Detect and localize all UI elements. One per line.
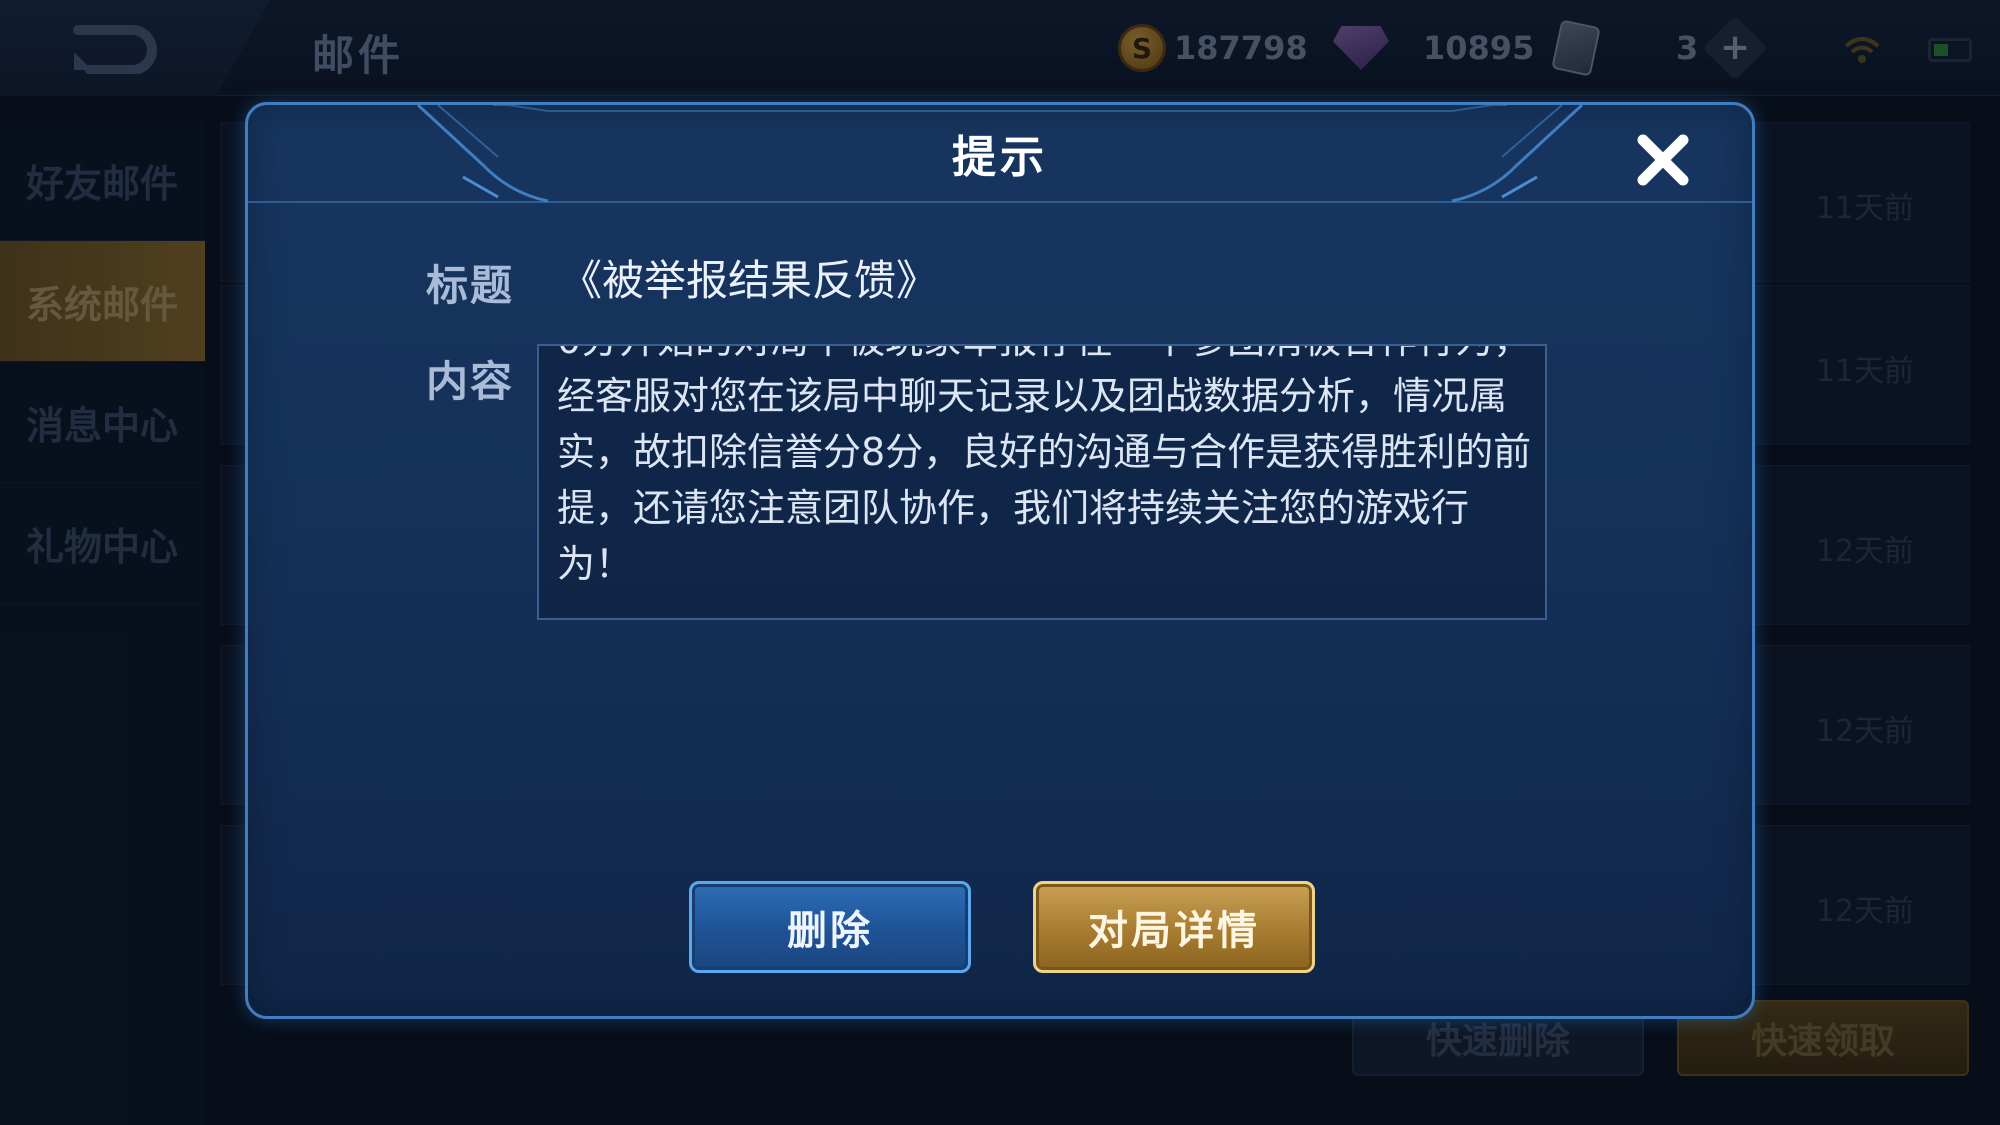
- content-label: 内容: [426, 357, 515, 406]
- delete-button[interactable]: 删除: [689, 881, 971, 973]
- match-details-button[interactable]: 对局详情: [1033, 881, 1315, 973]
- dialog-header: 提示: [248, 105, 1752, 203]
- mail-content: 0分开始的对局中被玩家举报存在一不参团消极合作行为，经客服对您在该局中聊天记录以…: [557, 346, 1532, 586]
- mail-content-box[interactable]: 0分开始的对局中被玩家举报存在一不参团消极合作行为，经客服对您在该局中聊天记录以…: [537, 344, 1547, 620]
- subject-label: 标题: [426, 261, 515, 310]
- mail-subject: 《被举报结果反馈》: [560, 256, 939, 305]
- mail-detail-dialog: 提示 标题 《被举报结果反馈》 内容 0分开始的对局中被玩家举报存在一不参团消极…: [245, 102, 1755, 1019]
- dialog-title: 提示: [952, 132, 1048, 183]
- close-icon: [1637, 134, 1689, 186]
- close-button[interactable]: [1628, 125, 1698, 195]
